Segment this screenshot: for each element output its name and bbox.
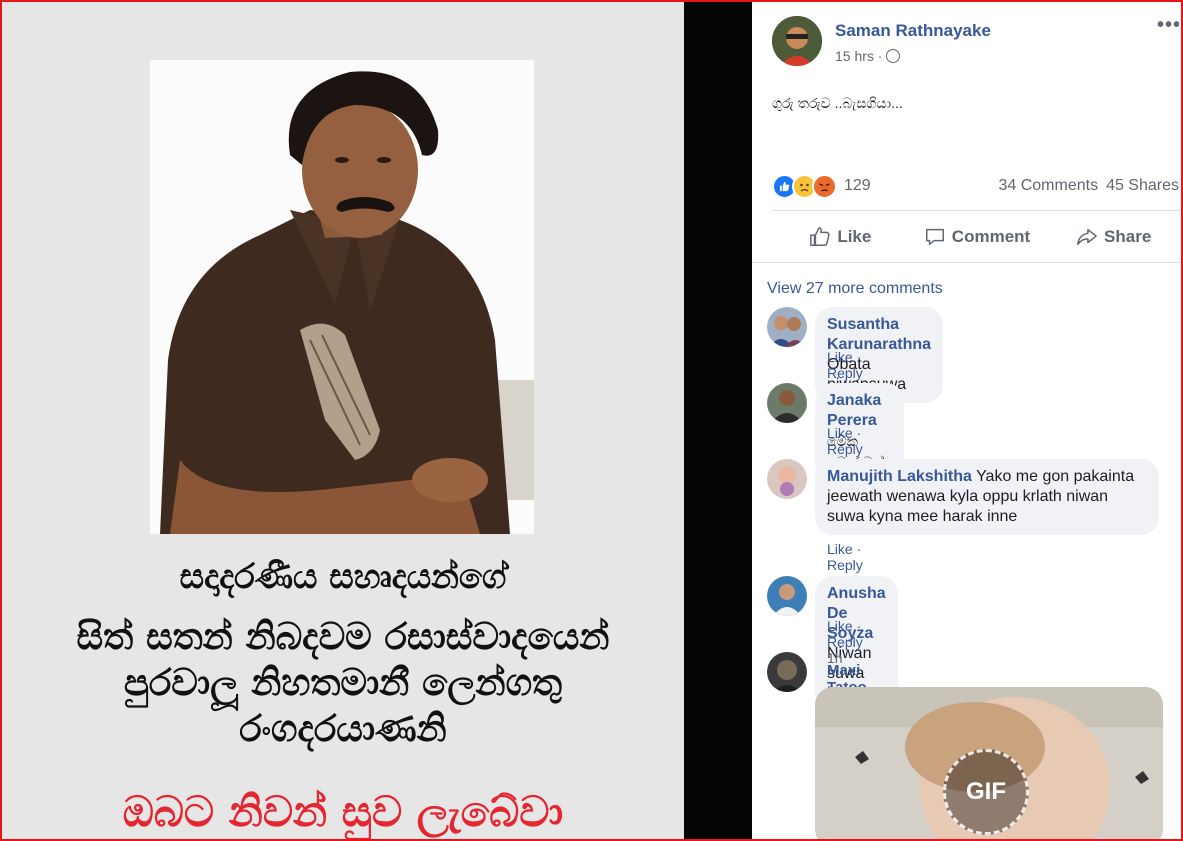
view-more-comments-link[interactable]: View 27 more comments xyxy=(767,280,943,298)
share-button[interactable]: Share xyxy=(1045,214,1179,260)
comment-like-link[interactable]: Like xyxy=(827,618,853,634)
comment-bubble: Manujith Lakshitha Yako me gon pakainta … xyxy=(815,459,1159,535)
caption-line-5: ඔබට නිවන් සුව ලැබේවා xyxy=(122,787,564,836)
divider xyxy=(752,262,1179,263)
comment-like-link[interactable]: Like xyxy=(827,541,853,557)
author-avatar[interactable] xyxy=(772,16,822,66)
commenter-name[interactable]: Janaka Perera xyxy=(827,392,881,429)
post-time-text[interactable]: 15 hrs · xyxy=(835,48,882,64)
divider xyxy=(772,210,1179,211)
caption-line-3: පුරවාලූ නිහතමානී ලෙන්ගතු xyxy=(123,661,563,704)
caption-line-1: සදාදරණීය සහෘදයන්ගේ xyxy=(179,557,507,597)
comment-reply-link[interactable]: Reply xyxy=(827,557,863,573)
more-options-icon[interactable]: ••• xyxy=(1157,14,1179,37)
comment-label: Comment xyxy=(951,227,1031,246)
commenter-avatar[interactable] xyxy=(767,459,807,499)
like-button[interactable]: Like xyxy=(772,214,909,260)
gif-play-badge[interactable]: GIF xyxy=(943,749,1029,835)
comment-like-link[interactable]: Like xyxy=(827,349,853,365)
portrait-photo xyxy=(150,60,534,534)
comment-gif[interactable]: GIF xyxy=(815,687,1163,839)
thumbs-up-icon xyxy=(810,227,830,246)
comment-reply-link[interactable]: Reply xyxy=(827,441,863,457)
share-arrow-icon xyxy=(1077,228,1097,246)
reaction-count[interactable]: 129 xyxy=(844,177,871,195)
comment-reply-link[interactable]: Reply xyxy=(827,634,863,650)
commenter-name[interactable]: Manujith Lakshitha xyxy=(827,468,972,485)
comment-icon xyxy=(925,228,944,246)
author-name[interactable]: Saman Rathnayake xyxy=(835,21,991,41)
commenter-name[interactable]: Susantha Karunarathna xyxy=(827,316,931,353)
comment-reply-link[interactable]: Reply xyxy=(827,365,863,381)
comments-count[interactable]: 34 Comments xyxy=(998,177,1098,194)
caption-lines-2-4: සිත් සතන් නිබදවම රසාස්වාදයෙන් පුරවාලූ නි… xyxy=(2,614,684,752)
commenter-avatar[interactable] xyxy=(767,652,807,692)
caption-line-4: රංගදරයාණනි xyxy=(239,707,447,750)
commenter-avatar[interactable] xyxy=(767,383,807,423)
post-timestamp[interactable]: 15 hrs · xyxy=(835,48,901,64)
angry-reaction-icon xyxy=(812,173,837,199)
caption-line-2: සිත් සතන් නිබදවම රසාස්වාදයෙන් xyxy=(76,615,610,658)
memorial-image[interactable]: සදාදරණීය සහෘදයන්ගේ සිත් සතන් නිබදවම රසාස… xyxy=(2,2,684,839)
post-actions-bar: Like Comment Share xyxy=(772,214,1179,260)
post-panel: Saman Rathnayake 15 hrs · ••• ගුරු තරුව … xyxy=(752,2,1179,839)
commenter-avatar[interactable] xyxy=(767,576,807,616)
photo-viewer-gutter xyxy=(684,2,752,839)
post-stats: 34 Comments 45 Shares xyxy=(990,177,1179,195)
reactions-summary[interactable]: 129 xyxy=(772,173,871,199)
comment-button[interactable]: Comment xyxy=(909,214,1046,260)
commenter-avatar[interactable] xyxy=(767,307,807,347)
like-label: Like xyxy=(837,227,872,246)
comment-like-link[interactable]: Like xyxy=(827,425,853,441)
share-label: Share xyxy=(1104,227,1152,246)
post-text: ගුරු තරුව ..බැසගියා... xyxy=(772,95,903,111)
comment-actions: Like · Reply 1h xyxy=(827,618,863,666)
shares-count[interactable]: 45 Shares xyxy=(1106,177,1179,194)
globe-icon xyxy=(886,49,901,63)
